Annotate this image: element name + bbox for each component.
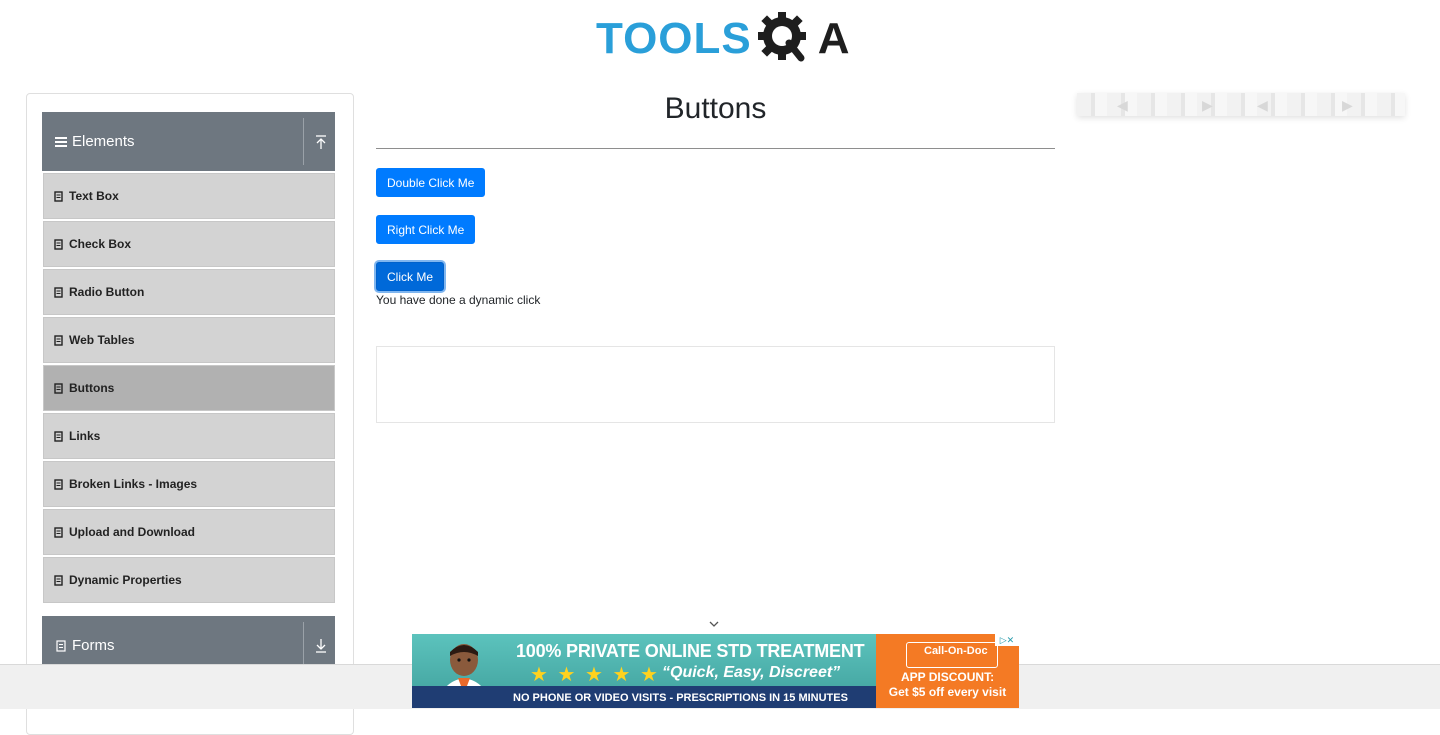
dynamic-click-message: You have done a dynamic click	[376, 293, 541, 307]
sidebar-item-label: Check Box	[69, 237, 132, 251]
ad-banner[interactable]: 100% PRIVATE ONLINE STD TREATMENT ★ ★ ★ …	[412, 634, 1019, 708]
sidebar-item-links[interactable]: Links	[43, 413, 335, 459]
list-icon	[56, 639, 66, 652]
sidebar-item-label: Links	[69, 429, 101, 443]
list-icon	[54, 334, 63, 346]
sidebar-item-radio-button[interactable]: Radio Button	[43, 269, 335, 315]
list-icon	[54, 190, 63, 202]
page-title: Buttons	[664, 92, 767, 125]
sidebar: Elements Text Box Check Box Radio Button…	[26, 93, 354, 735]
sidebar-item-label: Radio Button	[69, 285, 145, 299]
right-click-button[interactable]: Right Click Me	[376, 215, 476, 244]
sidebar-item-dynamic-properties[interactable]: Dynamic Properties	[43, 557, 335, 603]
ad-placeholder	[376, 346, 1055, 423]
list-icon	[54, 382, 63, 394]
rating-stars: ★ ★ ★ ★ ★	[530, 664, 660, 686]
sidebar-group-label: Forms	[72, 637, 115, 654]
sidebar-item-broken-links[interactable]: Broken Links - Images	[43, 461, 335, 507]
site-logo[interactable]: TOOLS A	[596, 10, 850, 68]
sidebar-item-upload-download[interactable]: Upload and Download	[43, 509, 335, 555]
logo-letter: A	[817, 14, 850, 63]
list-icon	[54, 574, 63, 586]
list-icon	[54, 430, 63, 442]
ad-subline: NO PHONE OR VIDEO VISITS - PRESCRIPTIONS…	[513, 692, 848, 704]
arrow-down-icon[interactable]	[314, 638, 328, 654]
sidebar-group-label: Elements	[72, 133, 135, 150]
arrow-left-icon: ◀	[1117, 97, 1128, 113]
logo-text: TOOLS	[596, 14, 752, 63]
list-icon	[54, 238, 63, 250]
title-divider	[376, 148, 1055, 149]
chevron-down-icon[interactable]	[708, 619, 720, 629]
sidebar-item-buttons[interactable]: Buttons	[43, 365, 335, 411]
sidebar-item-label: Upload and Download	[69, 525, 195, 539]
sidebar-item-check-box[interactable]: Check Box	[43, 221, 335, 267]
sidebar-group-elements[interactable]: Elements	[42, 112, 335, 171]
discount-text: Get $5 off every visit	[888, 685, 1007, 699]
sidebar-item-list: Text Box Check Box Radio Button Web Tabl…	[43, 173, 335, 605]
sidebar-item-label: Buttons	[69, 381, 115, 395]
ad-quote: “Quick, Easy, Discreet”	[662, 664, 841, 681]
arrow-left-icon: ◀	[1257, 97, 1268, 113]
menu-icon	[55, 136, 67, 147]
sidebar-item-label: Text Box	[69, 189, 119, 203]
sidebar-item-label: Broken Links - Images	[69, 477, 198, 491]
list-icon	[54, 526, 63, 538]
double-click-button[interactable]: Double Click Me	[376, 168, 486, 197]
brand-name: Call-On-Doc	[924, 645, 988, 657]
divider	[303, 622, 304, 669]
click-me-button[interactable]: Click Me	[376, 262, 445, 291]
right-ad-strip[interactable]: ◀ ▶ ◀ ▶	[1077, 93, 1405, 116]
discount-title: APP DISCOUNT:	[900, 670, 995, 684]
arrow-right-icon: ▶	[1202, 97, 1213, 113]
ad-headline: 100% PRIVATE ONLINE STD TREATMENT	[516, 641, 865, 661]
sidebar-item-web-tables[interactable]: Web Tables	[43, 317, 335, 363]
gear-q-logo-icon	[757, 12, 806, 62]
arrow-right-icon: ▶	[1342, 97, 1353, 113]
sidebar-item-label: Dynamic Properties	[69, 573, 182, 587]
ad-close-icon[interactable]: ▷✕	[995, 634, 1019, 646]
divider	[303, 118, 304, 165]
list-icon	[54, 478, 63, 490]
arrow-up-icon[interactable]	[314, 134, 328, 150]
sidebar-item-text-box[interactable]: Text Box	[43, 173, 335, 219]
sidebar-item-label: Web Tables	[69, 333, 135, 347]
list-icon	[54, 286, 63, 298]
